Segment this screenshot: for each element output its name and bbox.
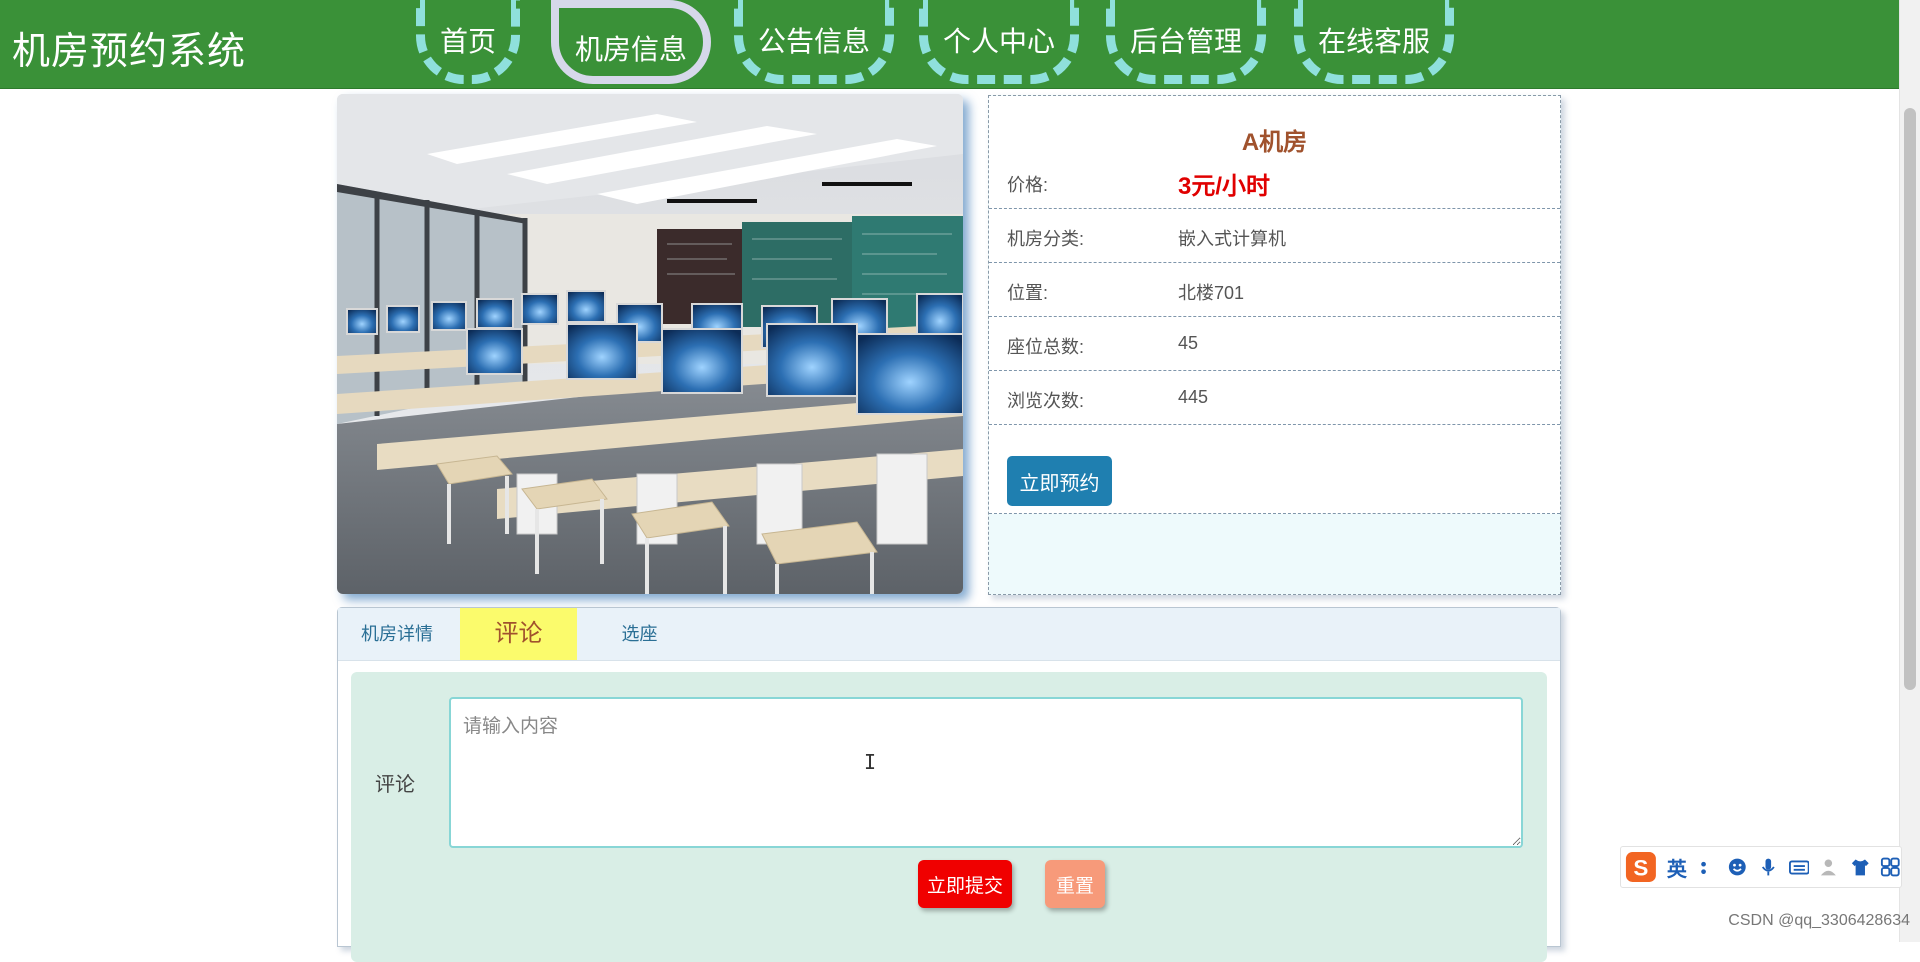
views-label: 浏览次数: <box>1007 391 1085 411</box>
app-title: 机房预约系统 <box>12 31 247 73</box>
user-icon[interactable] <box>1819 856 1840 878</box>
nav-item-online-service[interactable]: 在线客服 <box>1294 0 1454 84</box>
location-value: 北楼701 <box>1178 283 1245 303</box>
category-value: 嵌入式计算机 <box>1178 229 1286 249</box>
nav-item-home[interactable]: 首页 <box>416 0 520 84</box>
location-label: 位置: <box>1007 283 1049 303</box>
csdn-watermark: CSDN @qq_3306428634 <box>1728 912 1910 929</box>
price-label: 价格: <box>1007 175 1049 195</box>
info-row-views: 浏览次数: 445 <box>989 371 1560 425</box>
info-row-price: 价格: 3元/小时 <box>989 155 1560 209</box>
sogou-logo-icon[interactable]: S <box>1625 850 1657 884</box>
room-photo <box>337 94 963 594</box>
page-scrollbar[interactable] <box>1899 0 1920 942</box>
comment-form: 评论 I <box>351 672 1547 962</box>
room-info-top: A机房 价格: 3元/小时 机房分类: 嵌入式计算机 位置: 北楼701 座位总… <box>989 96 1560 514</box>
tab-comments[interactable]: 评论 <box>460 608 577 660</box>
shirt-icon[interactable] <box>1850 856 1871 878</box>
comment-label: 评论 <box>375 774 415 796</box>
price-value: 3元/小时 <box>1178 173 1271 200</box>
ime-language-toggle[interactable]: 英 <box>1667 853 1687 882</box>
submit-comment-button[interactable]: 立即提交 <box>918 860 1012 908</box>
views-value: 445 <box>1178 387 1209 407</box>
nav-item-room-info[interactable]: 机房信息 <box>551 0 711 84</box>
info-row-seats: 座位总数: 45 <box>989 317 1560 371</box>
emoji-icon[interactable] <box>1727 856 1748 878</box>
seats-value: 45 <box>1178 333 1199 353</box>
grid-icon[interactable] <box>1880 856 1901 878</box>
punctuation-icon[interactable] <box>1697 856 1718 878</box>
nav-item-announcements[interactable]: 公告信息 <box>734 0 894 84</box>
svg-text:S: S <box>1633 855 1648 880</box>
tab-seat-selection[interactable]: 选座 <box>581 608 698 660</box>
comment-input[interactable] <box>449 697 1523 848</box>
category-label: 机房分类: <box>1007 229 1085 249</box>
info-row-location: 位置: 北楼701 <box>989 263 1560 317</box>
keyboard-icon[interactable] <box>1788 856 1810 878</box>
nav-item-personal-center[interactable]: 个人中心 <box>919 0 1079 84</box>
mouse-ibeam-cursor-icon: I <box>864 750 877 774</box>
seats-label: 座位总数: <box>1007 337 1085 357</box>
top-header: 机房预约系统 首页 机房信息 公告信息 个人中心 后台管理 在线客服 <box>0 0 1900 89</box>
tab-bar: 机房详情 评论 选座 <box>338 608 1560 661</box>
microphone-icon[interactable] <box>1758 856 1779 878</box>
info-row-category: 机房分类: 嵌入式计算机 <box>989 209 1560 263</box>
scrollbar-thumb[interactable] <box>1904 108 1916 690</box>
book-now-button[interactable]: 立即预约 <box>1007 456 1112 506</box>
ime-toolbar[interactable]: S 英 <box>1620 846 1902 888</box>
tab-room-details[interactable]: 机房详情 <box>338 608 456 660</box>
room-name: A机房 <box>1241 129 1308 156</box>
reset-comment-button[interactable]: 重置 <box>1045 860 1105 908</box>
room-info-panel: A机房 价格: 3元/小时 机房分类: 嵌入式计算机 位置: 北楼701 座位总… <box>988 95 1561 595</box>
nav-item-admin[interactable]: 后台管理 <box>1106 0 1266 84</box>
